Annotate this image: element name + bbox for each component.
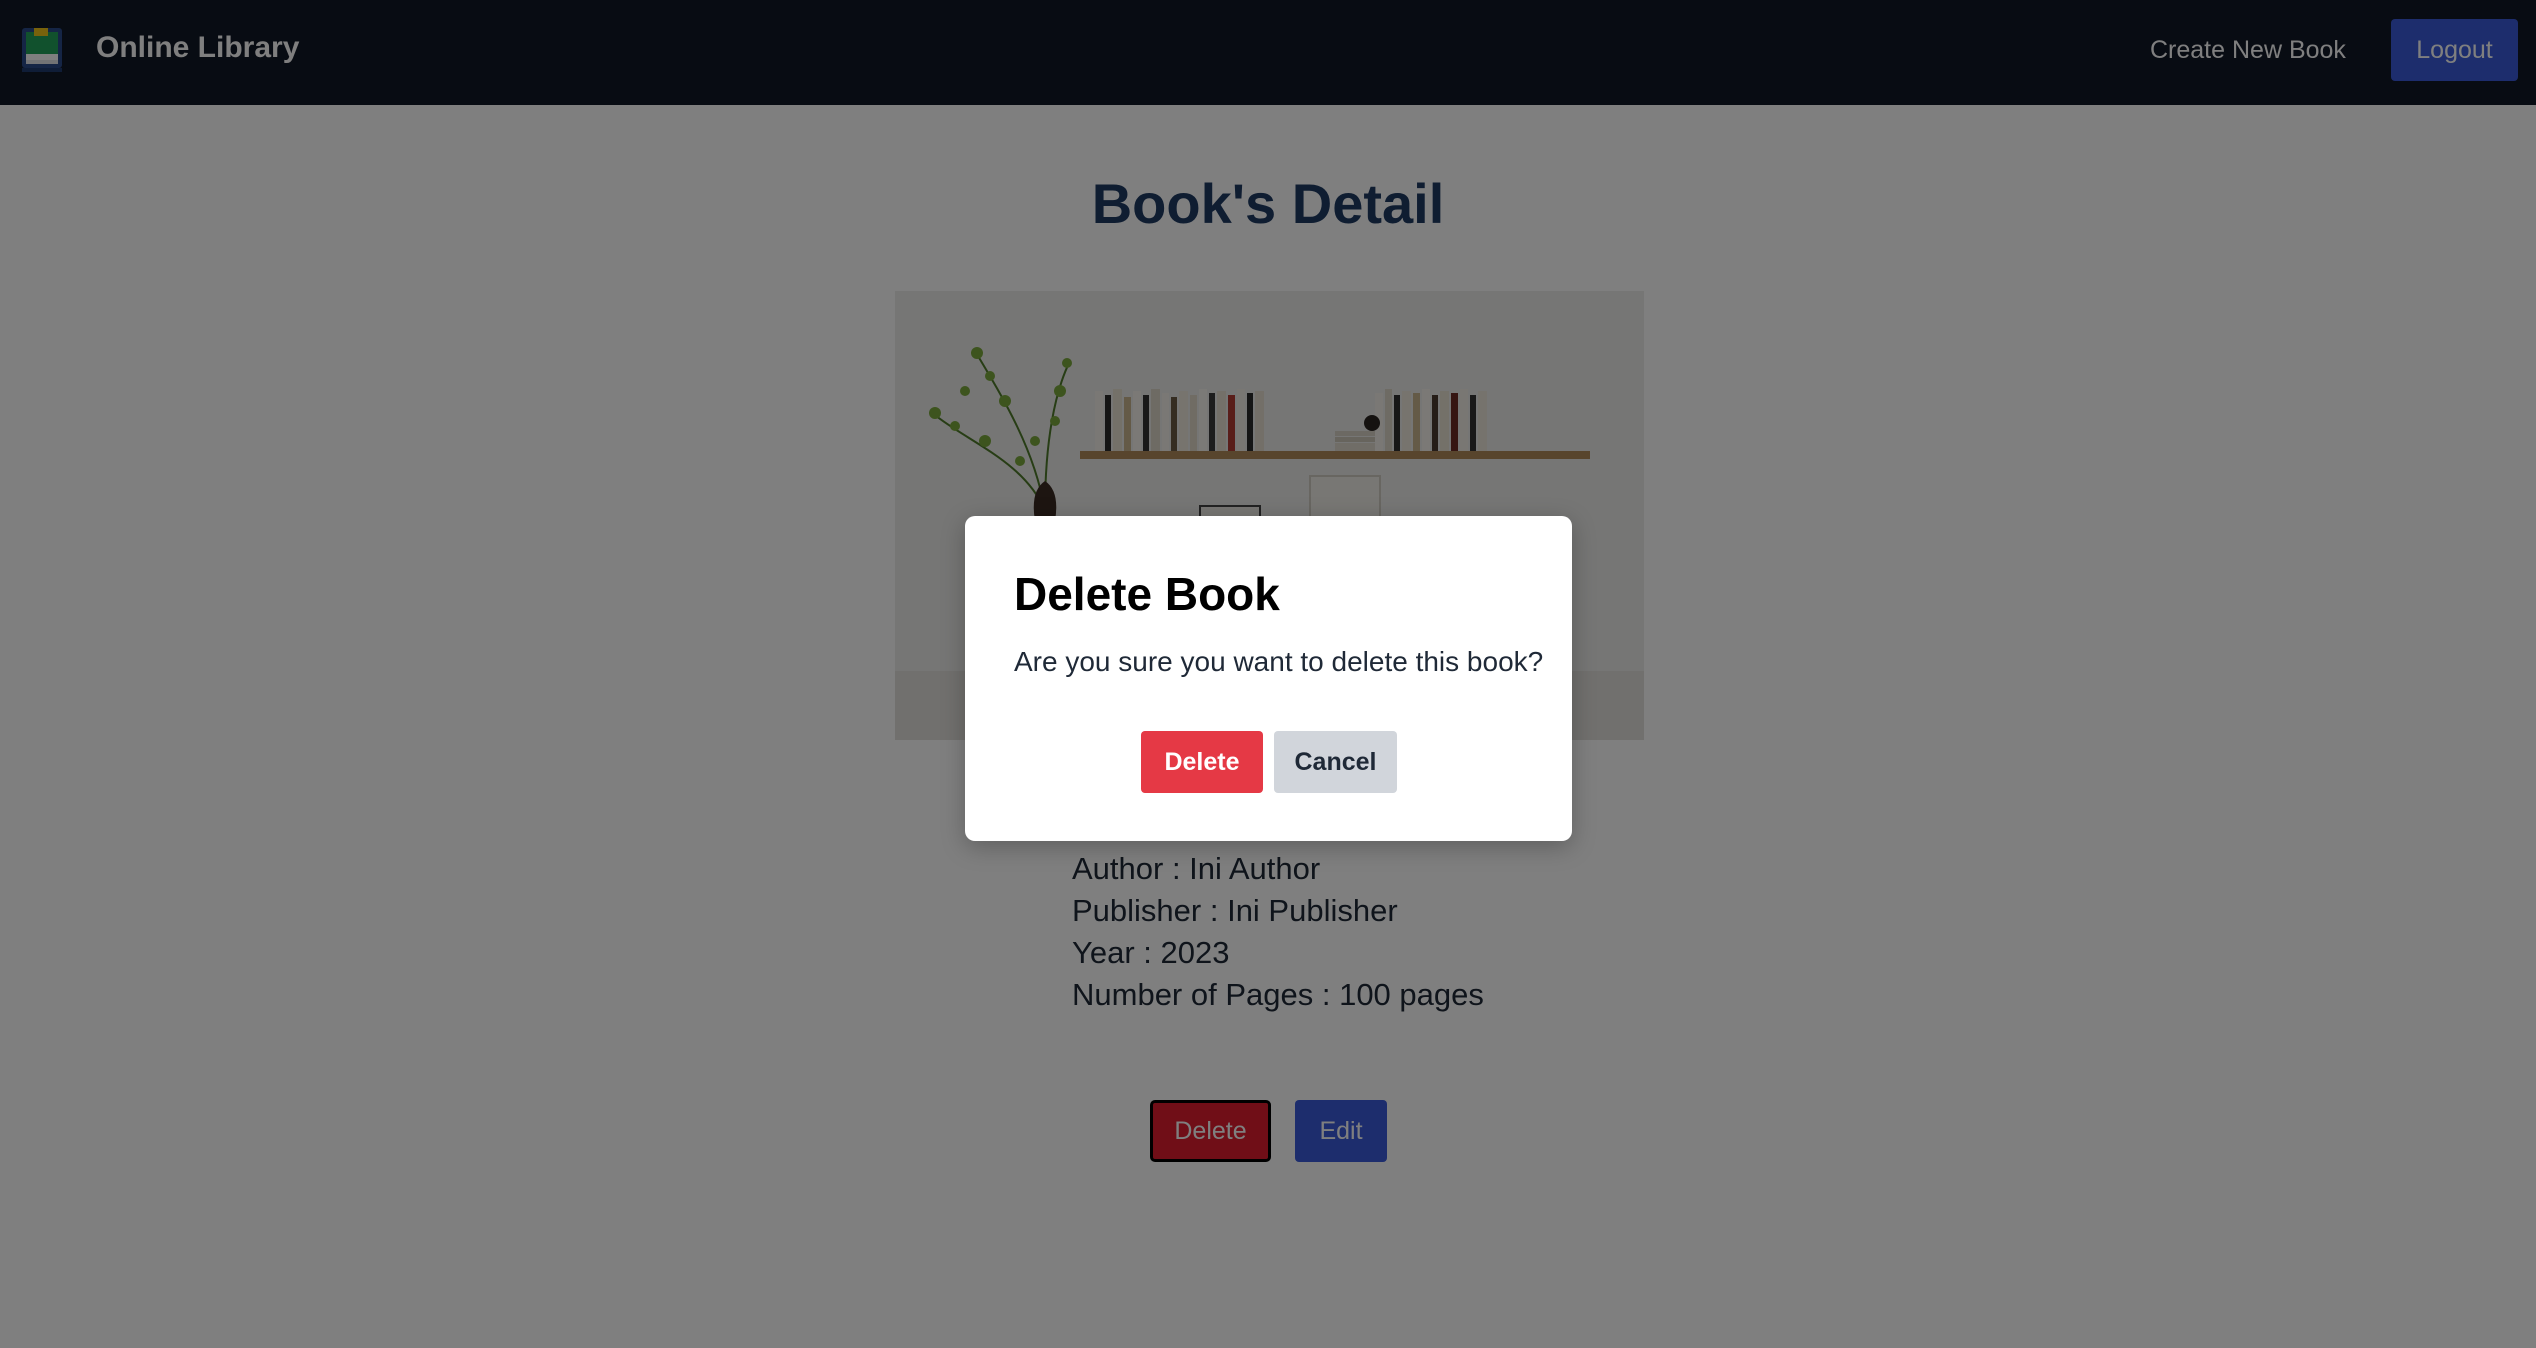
confirm-delete-button[interactable]: Delete — [1141, 731, 1263, 793]
dialog-message: Are you sure you want to delete this boo… — [1014, 646, 1544, 677]
dialog-title: Delete Book — [1014, 568, 1280, 620]
delete-confirmation-dialog: Delete Book Are you sure you want to del… — [965, 516, 1572, 841]
cancel-button[interactable]: Cancel — [1274, 731, 1397, 793]
